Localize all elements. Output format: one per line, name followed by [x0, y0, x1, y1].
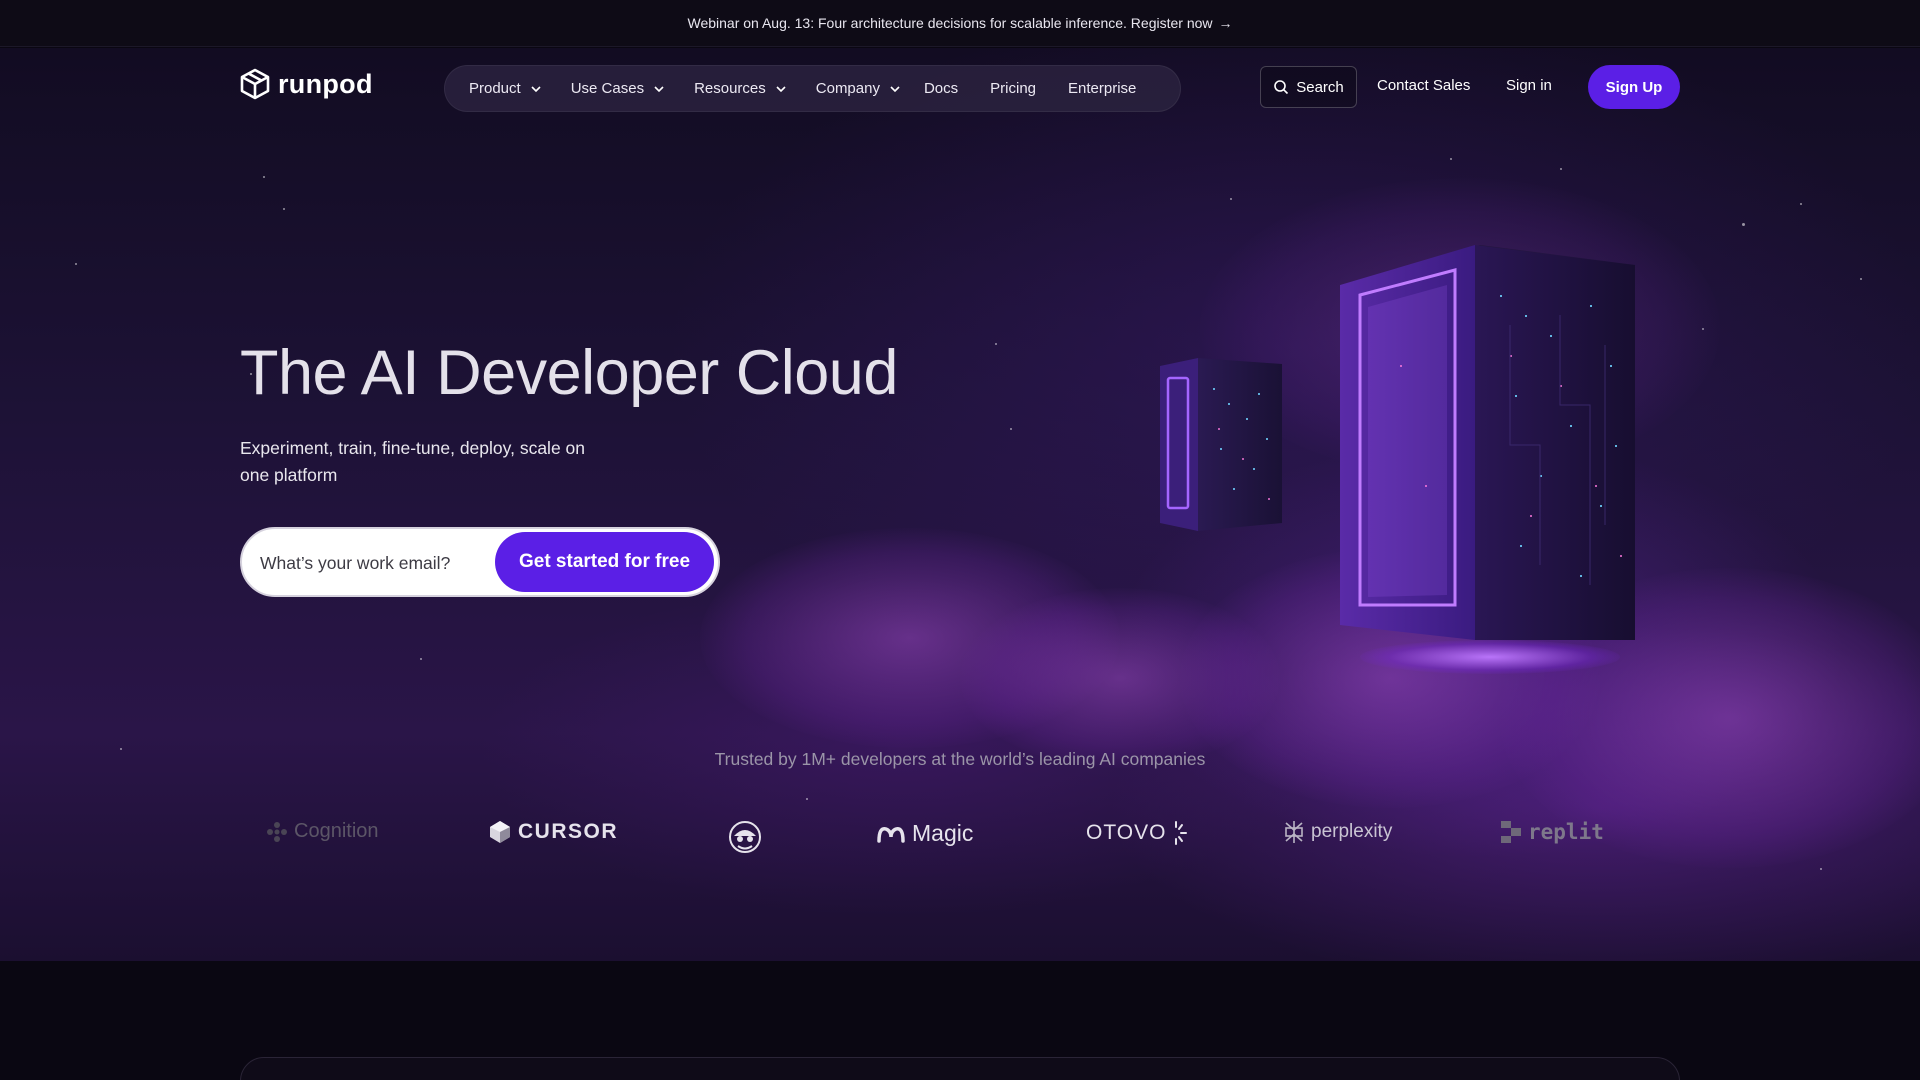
- page-title: The AI Developer Cloud: [240, 338, 898, 408]
- customer-logos: Cognition CURSOR Magic OTOVO perplexity …: [0, 812, 1920, 860]
- nav-item-label: Enterprise: [1068, 80, 1137, 97]
- mascot-logo-icon: [729, 821, 761, 853]
- main-menu: Product Use Cases Resources Company Docs…: [444, 65, 1181, 112]
- logo-text: OTOVO: [1086, 821, 1167, 844]
- arrow-right-icon: →: [1218, 15, 1233, 31]
- nav-item-resources[interactable]: Resources: [694, 80, 786, 97]
- brand-logo[interactable]: runpod: [240, 68, 373, 100]
- nav-item-enterprise[interactable]: Enterprise: [1068, 80, 1136, 97]
- nav-item-use-cases[interactable]: Use Cases: [571, 80, 664, 97]
- get-started-button[interactable]: Get started for free: [495, 532, 714, 592]
- sign-up-button[interactable]: Sign Up: [1588, 65, 1680, 109]
- announcement-bar[interactable]: Webinar on Aug. 13: Four architecture de…: [0, 0, 1920, 47]
- perplexity-logo-icon: [1285, 821, 1303, 843]
- server-large-illustration: [1340, 245, 1635, 640]
- nav-item-label: Pricing: [990, 80, 1037, 97]
- nav-item-pricing[interactable]: Pricing: [990, 80, 1036, 97]
- logo-mascot: [728, 820, 762, 854]
- nav-item-label: Company: [815, 80, 880, 97]
- email-input[interactable]: [260, 543, 510, 583]
- logo-perplexity: perplexity: [1283, 820, 1392, 844]
- nav-item-label: Docs: [923, 80, 959, 97]
- logo-cognition: Cognition: [266, 820, 379, 843]
- chevron-down-icon: [654, 85, 664, 92]
- search-button[interactable]: Search: [1260, 66, 1357, 108]
- announcement-text[interactable]: Webinar on Aug. 13: Four architecture de…: [687, 15, 1212, 31]
- nav-item-product[interactable]: Product: [469, 80, 541, 97]
- chevron-down-icon: [890, 85, 900, 92]
- chevron-down-icon: [531, 85, 541, 92]
- logo-cursor: CURSOR: [488, 820, 618, 844]
- logo-magic: Magic: [876, 820, 973, 847]
- lower-section: [0, 961, 1920, 1080]
- sign-in-link[interactable]: Sign in: [1506, 77, 1552, 94]
- server-small-illustration: [1160, 358, 1282, 531]
- logo-text: replit: [1528, 820, 1604, 844]
- trusted-text: Trusted by 1M+ developers at the world’s…: [714, 749, 1206, 769]
- otovo-sunburst-icon: [1175, 821, 1188, 845]
- runpod-cube-icon: [240, 68, 270, 100]
- contact-sales-link[interactable]: Contact Sales: [1377, 77, 1470, 94]
- hero-subhead: Experiment, train, fine-tune, deploy, sc…: [240, 438, 586, 485]
- nav-item-label: Product: [469, 80, 521, 97]
- content-card: [240, 1057, 1680, 1080]
- signup-form: Get started for free: [240, 527, 720, 597]
- search-icon: [1274, 80, 1289, 95]
- logo-text: Magic: [912, 820, 974, 846]
- logo-text: CURSOR: [518, 820, 619, 843]
- logo-text: perplexity: [1311, 821, 1393, 842]
- nav-item-docs[interactable]: Docs: [924, 80, 958, 97]
- chevron-down-icon: [776, 85, 786, 92]
- cognition-logo-icon: [267, 821, 287, 842]
- nav-item-label: Resources: [694, 80, 766, 97]
- magic-logo-icon: [877, 826, 905, 843]
- logo-otovo: OTOVO: [1086, 820, 1190, 846]
- nav-item-company[interactable]: Company: [816, 80, 900, 97]
- cursor-logo-icon: [490, 821, 510, 843]
- server-glow: [1360, 640, 1620, 674]
- logo-replit: replit: [1500, 820, 1604, 844]
- brand-name: runpod: [278, 68, 373, 99]
- nav-item-label: Use Cases: [570, 80, 645, 97]
- search-label: Search: [1296, 78, 1344, 96]
- replit-logo-icon: [1501, 821, 1521, 843]
- logo-text: Cognition: [294, 820, 379, 842]
- top-navigation: runpod Product Use Cases Resources Compa…: [0, 48, 1920, 126]
